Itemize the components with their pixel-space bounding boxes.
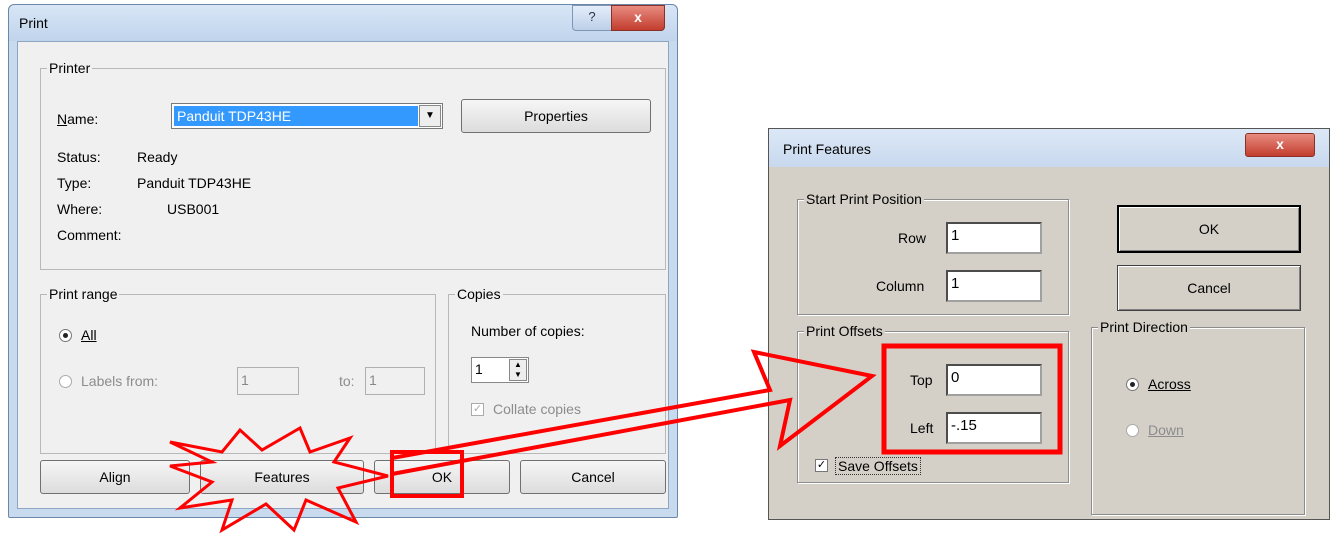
offsets-highlight-box <box>881 343 1063 455</box>
annotation-overlay <box>169 343 1063 534</box>
starburst-annotation <box>169 425 389 534</box>
